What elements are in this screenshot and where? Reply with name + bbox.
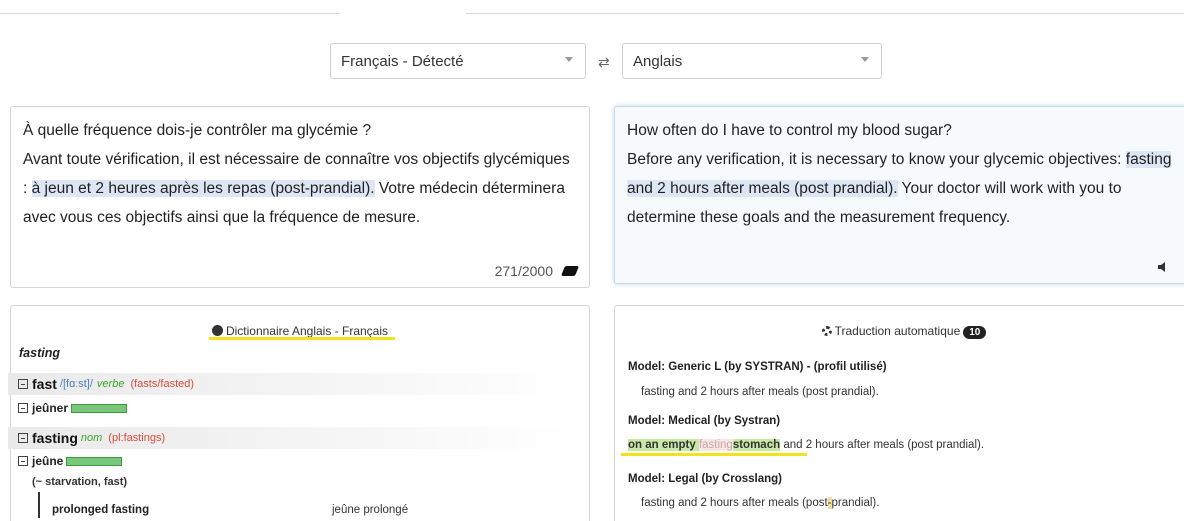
translation-label: jeûne (32, 454, 64, 468)
translation-jeune[interactable]: jeûne (18, 454, 123, 468)
eraser-icon[interactable] (560, 266, 580, 276)
example-english: prolonged fasting (52, 504, 150, 516)
collapse-icon[interactable] (18, 379, 28, 389)
source-language-value: Français - Détecté (341, 52, 464, 70)
target-language-value: Anglais (633, 52, 683, 70)
inserted-segment: on an empty (628, 439, 699, 451)
dictionary-entry-fasting[interactable]: fasting nom (pl:fastings) (8, 427, 573, 449)
deleted-segment: fasting (698, 439, 733, 451)
frequency-bar (71, 403, 128, 413)
entry-phonetic: /[fɑːst]/ (59, 378, 93, 390)
inserted-segment: stomach (732, 439, 781, 451)
dictionary-title: Dictionnaire Anglais - Français (225, 324, 389, 338)
collapse-icon[interactable] (18, 456, 28, 466)
swap-arrows-icon[interactable]: ⇄ (598, 55, 610, 69)
unchanged-segment: and 2 hours after meals (post prandial). (780, 439, 985, 451)
model-legal-text[interactable]: fasting and 2 hours after meals (post-pr… (641, 497, 879, 509)
collapse-icon[interactable] (18, 403, 28, 413)
auto-translation-panel: Traduction automatique 10 Model: Generic … (614, 305, 1184, 521)
dictionary-entry-fast[interactable]: fast /[fɑːst]/ verbe (fasts/fasted) (8, 373, 573, 395)
speaker-icon[interactable] (1157, 261, 1169, 273)
auto-translation-header: Traduction automatique 10 (615, 324, 1184, 339)
tab-divider-left (0, 13, 340, 14)
entry-inflection: (fasts/fasted) (130, 378, 195, 390)
collapse-icon[interactable] (18, 433, 28, 443)
translation-jeuner[interactable]: jeûner (18, 401, 128, 415)
auto-translation-title: Traduction automatique (834, 324, 961, 338)
model-generic-name: Model: Generic L (by SYSTRAN) - (profil … (628, 361, 887, 373)
chevron-down-icon (861, 57, 869, 62)
entry-pos: verbe (96, 378, 125, 390)
source-line-1: À quelle fréquence dois-je contrôler ma … (23, 122, 372, 139)
count-badge: 10 (963, 326, 987, 339)
entry-lemma: fasting (32, 430, 78, 446)
model-medical-name: Model: Medical (by Systran) (628, 415, 781, 427)
entry-pos: nom (80, 432, 103, 444)
target-text-area[interactable]: How often do I have to control my blood … (614, 106, 1184, 284)
annotation-underline (621, 453, 807, 456)
frequency-bar (66, 456, 123, 466)
dictionary-header: Dictionnaire Anglais - Français (11, 324, 589, 338)
source-text-area[interactable]: À quelle fréquence dois-je contrôler ma … (10, 106, 590, 288)
source-language-select[interactable]: Français - Détecté (330, 43, 586, 79)
translation-label: jeûner (32, 401, 69, 415)
target-line-1: How often do I have to control my blood … (627, 122, 952, 139)
model-medical-text[interactable]: on an empty fastingstomach and 2 hours a… (628, 439, 984, 451)
unchanged-segment: fasting and 2 hours after meals (post (641, 497, 828, 509)
globe-icon (211, 325, 223, 336)
target-language-select[interactable]: Anglais (622, 43, 882, 79)
model-legal-name: Model: Legal (by Crosslang) (628, 473, 782, 485)
entry-inflection: (pl:fastings) (108, 432, 166, 444)
example-french: jeûne prolongé (332, 504, 409, 516)
chevron-down-icon (565, 57, 573, 62)
target-text-before: Before any verification, it is necessary… (627, 151, 1126, 168)
char-counter: 271/2000 (494, 263, 553, 279)
unchanged-segment: prandial). (831, 497, 880, 509)
source-text-sep: : (23, 180, 32, 197)
source-highlight[interactable]: à jeun et 2 heures après les repas (post… (31, 180, 375, 197)
example-bar (38, 492, 40, 518)
source-text-before: Avant toute vérification, il est nécessa… (23, 151, 570, 168)
tab-divider-right (466, 13, 1184, 14)
annotation-underline (209, 337, 395, 340)
dictionary-query-word: fasting (19, 346, 60, 360)
sense-note: (~ starvation, fast) (32, 476, 128, 488)
model-generic-text[interactable]: fasting and 2 hours after meals (post pr… (641, 386, 879, 398)
gear-icon (821, 326, 832, 336)
entry-lemma: fast (32, 376, 57, 392)
